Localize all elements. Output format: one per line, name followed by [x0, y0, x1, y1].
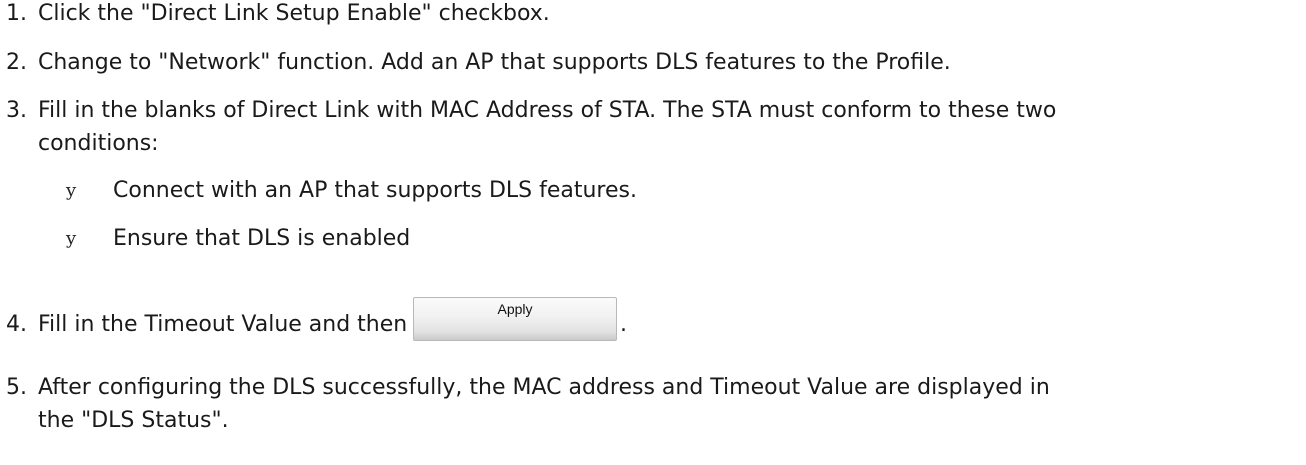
step-text-continuation: the "DLS Status".	[38, 408, 229, 433]
bullet-text: Ensure that DLS is enabled	[113, 226, 411, 251]
step-text: Fill in the blanks of Direct Link with M…	[38, 98, 1057, 123]
step-text: Change to "Network" function. Add an AP …	[38, 50, 951, 75]
instruction-document: 1. Click the "Direct Link Setup Enable" …	[0, 0, 1306, 465]
step-number: 4.	[6, 312, 27, 337]
step-number: 3.	[6, 98, 27, 123]
step-text: Fill in the Timeout Value and then click	[38, 312, 464, 337]
bullet-marker: y	[66, 180, 77, 201]
step-number: 1.	[6, 1, 27, 26]
bullet-marker: y	[66, 228, 77, 249]
step-number: 5.	[6, 375, 27, 400]
step-text-continuation: conditions:	[38, 131, 159, 156]
step-4-period: .	[620, 312, 627, 337]
step-text: Click the "Direct Link Setup Enable" che…	[38, 1, 550, 26]
bullet-text: Connect with an AP that supports DLS fea…	[113, 178, 637, 203]
step-number: 2.	[6, 50, 27, 75]
step-text: After configuring the DLS successfully, …	[38, 375, 1050, 400]
apply-button[interactable]: Apply	[413, 297, 617, 341]
